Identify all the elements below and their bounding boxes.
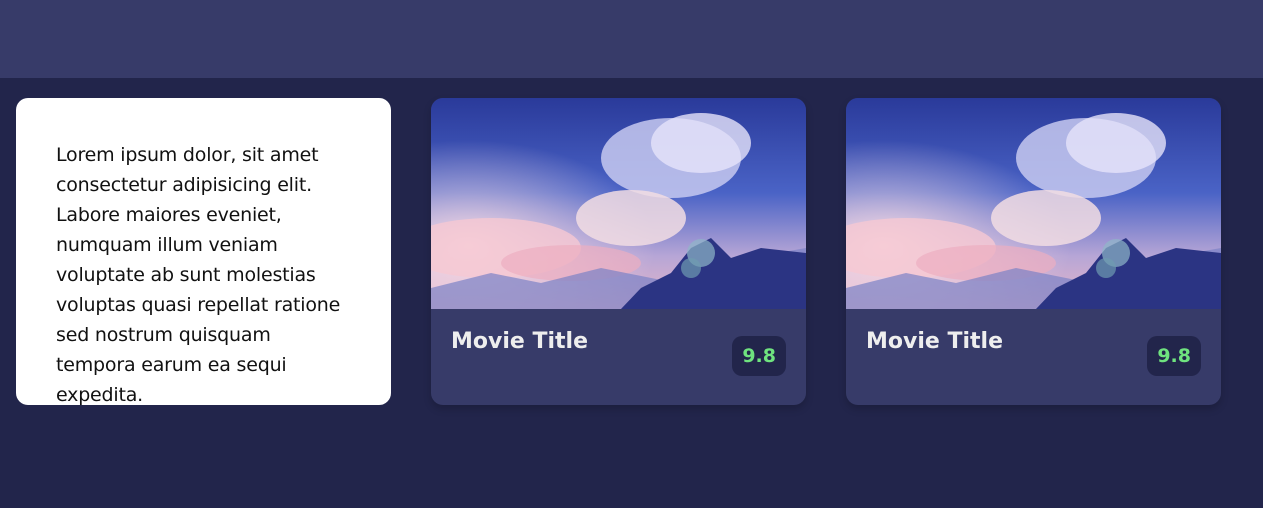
movie-poster-image [431, 98, 806, 309]
movie-info: Movie Title 9.8 [431, 309, 806, 405]
movie-poster-image [846, 98, 1221, 309]
movie-card[interactable]: Movie Title 9.8 [431, 98, 806, 405]
overview-card: Lorem ipsum dolor, sit amet consectetur … [16, 98, 391, 405]
overview-text: Lorem ipsum dolor, sit amet consectetur … [56, 144, 341, 405]
movie-title: Movie Title [866, 329, 1003, 354]
header-bar [0, 0, 1263, 78]
movie-card[interactable]: Movie Title 9.8 [846, 98, 1221, 405]
rating-badge: 9.8 [1147, 336, 1201, 376]
rating-badge: 9.8 [732, 336, 786, 376]
movie-grid: Lorem ipsum dolor, sit amet consectetur … [16, 98, 1221, 405]
movie-title: Movie Title [451, 329, 588, 354]
movie-info: Movie Title 9.8 [846, 309, 1221, 405]
